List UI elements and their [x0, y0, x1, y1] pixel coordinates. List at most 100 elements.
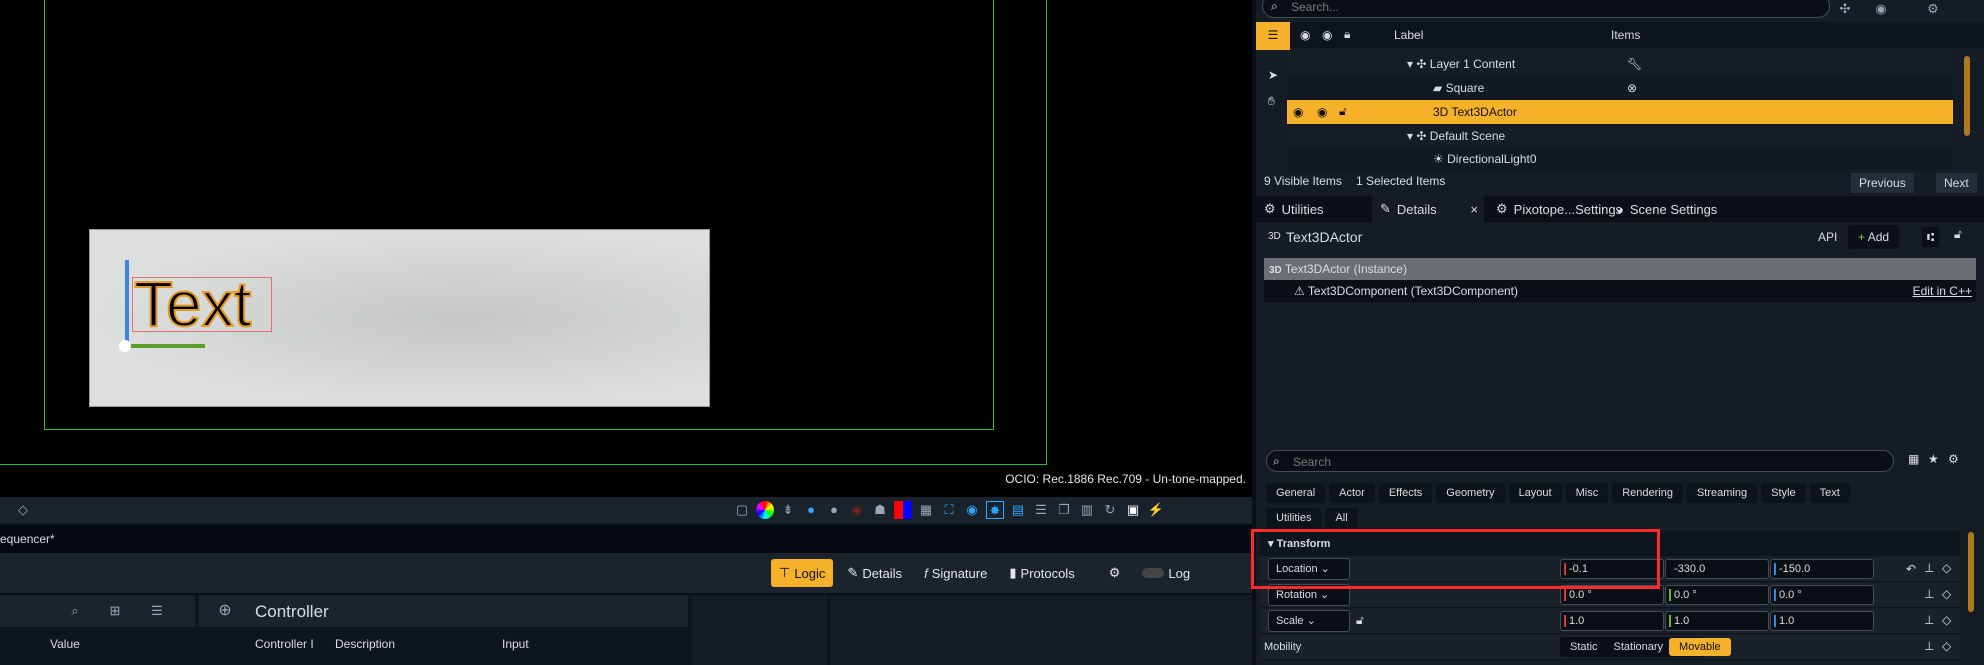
table-icon[interactable]: ▥ — [1078, 501, 1096, 519]
category-geometry[interactable]: Geometry — [1436, 483, 1505, 503]
settings-button[interactable]: ⚙ — [1101, 559, 1129, 587]
panel-icon[interactable]: ▤ — [1009, 501, 1027, 519]
tree-row-selected[interactable]: ◉ ◉ 🔓︎ 3D Text3DActor — [1287, 100, 1953, 124]
protocols-button[interactable]: ▮ Protocols — [1001, 559, 1082, 587]
details-button[interactable]: ✎ Details — [839, 559, 910, 587]
component-instance[interactable]: 3D Text3DActor (Instance) — [1264, 258, 1976, 280]
pin-icon[interactable]: ⊥ — [1924, 639, 1934, 653]
image-icon[interactable]: ▣ — [1124, 501, 1142, 519]
category-style[interactable]: Style — [1761, 483, 1806, 503]
tree-row[interactable]: ☀ DirectionalLight0 — [1287, 148, 1953, 170]
pin-icon[interactable]: ⊥ — [1924, 613, 1934, 627]
keyframe-icon[interactable]: ◇ — [1942, 639, 1951, 653]
eye-dropdown-icon[interactable]: ◉ — [1872, 0, 1890, 18]
signature-button[interactable]: f Signature — [916, 559, 995, 587]
unlock-icon[interactable]: 🔓︎ — [1339, 104, 1347, 119]
editor-visibility-icon[interactable]: ◉ — [1300, 28, 1310, 42]
actor-icon[interactable]: ✣ — [1836, 0, 1854, 18]
close-icon[interactable]: × — [1470, 202, 1478, 217]
next-button[interactable]: Next — [1936, 173, 1977, 193]
exposure-icon[interactable]: ⇟ — [779, 501, 797, 519]
tab-pixotope-settings[interactable]: ⚙ Pixotope...Settings — [1496, 196, 1622, 222]
unlock-icon[interactable]: 🔓︎ — [1954, 227, 1962, 242]
reset-icon[interactable]: ↶ — [1906, 562, 1916, 576]
location-z[interactable]: -150.0 — [1770, 559, 1874, 579]
tab-utilities[interactable]: ⚙ Utilities — [1264, 196, 1324, 222]
tab-scene-settings[interactable]: ◕ Scene Settings — [1616, 196, 1717, 222]
search-icon[interactable]: ⌕ — [66, 602, 84, 620]
category-all[interactable]: All — [1325, 508, 1358, 528]
gray-balance-icon[interactable]: ● — [825, 501, 843, 519]
mobility-stationary[interactable]: Stationary — [1608, 641, 1670, 653]
tree-row[interactable]: ▰ Square ⊗ — [1287, 76, 1953, 100]
lock-icon[interactable]: 🔒︎ — [1344, 27, 1350, 42]
details-scrollbar[interactable] — [1968, 532, 1974, 612]
previous-button[interactable]: Previous — [1851, 173, 1914, 193]
layout-icon[interactable]: ⊞ — [106, 602, 124, 620]
filter-icon[interactable]: ☰ — [1032, 501, 1050, 519]
star-icon[interactable]: ★ — [1928, 452, 1939, 466]
filter-icon[interactable]: ☰ — [148, 602, 166, 620]
category-layout[interactable]: Layout — [1508, 483, 1562, 503]
tree-row[interactable]: ▾ ✣ Layer 1 Content 🔧︎ — [1287, 52, 1953, 76]
api-label[interactable]: API — [1818, 230, 1837, 244]
keyframe-icon[interactable]: ◇ — [1942, 561, 1951, 575]
add-button[interactable]: + Add — [1848, 225, 1900, 249]
tree-row[interactable]: ▾ ✣ Default Scene — [1287, 124, 1953, 148]
diamond-icon[interactable]: ◇ — [14, 501, 32, 519]
eye-icon[interactable]: ◉ — [1293, 105, 1303, 119]
sequencer-tab[interactable]: equencer* — [0, 532, 55, 546]
table-view-icon[interactable]: ▦ — [1908, 452, 1919, 466]
scale-z[interactable]: 1.0 — [1770, 611, 1874, 631]
mobility-static[interactable]: Static — [1560, 641, 1608, 653]
component-row[interactable]: ⚠ Text3DComponent (Text3DComponent) Edit… — [1264, 280, 1976, 302]
category-utilities[interactable]: Utilities — [1266, 508, 1322, 528]
blue-balance-icon[interactable]: ● — [802, 501, 820, 519]
tab-details[interactable]: ✎ Details × — [1372, 196, 1484, 222]
rotation-y[interactable]: 0.0 ° — [1665, 585, 1769, 605]
shape-icon[interactable]: ▢ — [733, 501, 751, 519]
render-visibility-icon[interactable]: ◉ — [1322, 28, 1332, 42]
outliner-scrollbar[interactable] — [1964, 56, 1970, 136]
unlock-icon[interactable]: 🔓︎ — [1356, 613, 1364, 628]
mobility-movable[interactable]: Movable — [1669, 638, 1731, 656]
keyframe-icon[interactable]: ◇ — [1942, 587, 1951, 601]
edit-cpp-link[interactable]: Edit in C++ — [1913, 284, 1972, 298]
frame-icon[interactable]: ⛶ — [940, 501, 958, 519]
scale-y[interactable]: 1.0 — [1665, 611, 1769, 631]
category-misc[interactable]: Misc — [1565, 483, 1609, 503]
lightning-icon[interactable]: ⚡ — [1147, 501, 1165, 519]
pin-icon[interactable]: ⊥ — [1924, 561, 1934, 575]
rotate-icon[interactable]: ↻ — [1101, 501, 1119, 519]
logic-button[interactable]: ⊤ Logic — [771, 559, 834, 587]
category-general[interactable]: General — [1266, 483, 1326, 503]
log-toggle[interactable]: Log — [1134, 559, 1198, 587]
outliner-search[interactable]: ⌕ Search... — [1262, 0, 1830, 18]
category-effects[interactable]: Effects — [1378, 483, 1433, 503]
category-text[interactable]: Text — [1809, 483, 1850, 503]
keyframe-icon[interactable]: ◇ — [1942, 613, 1951, 627]
grid-icon[interactable]: ▦ — [917, 501, 935, 519]
scale-dropdown[interactable]: Scale ⌄ — [1268, 610, 1350, 632]
rgb-icon[interactable] — [894, 501, 912, 519]
filter-button[interactable]: ☰ — [1256, 22, 1290, 50]
gear-icon[interactable]: ⚙ — [1948, 452, 1959, 466]
viewport[interactable]: Text OCIO: Rec.1886 Rec.709 - Un-tone-ma… — [0, 0, 1252, 497]
scale-x[interactable]: 1.0 — [1560, 611, 1664, 631]
gear-dropdown-icon[interactable]: ⚙ — [1924, 0, 1942, 18]
eye-icon[interactable]: ◉ — [1317, 105, 1327, 119]
layers-icon[interactable]: ❐ — [1055, 501, 1073, 519]
category-actor[interactable]: Actor — [1329, 483, 1375, 503]
blueprint-icon[interactable]: ⑆ — [1922, 227, 1940, 247]
eye-off-icon[interactable]: ◉ — [848, 501, 866, 519]
select-mode-icon[interactable]: ➤ — [1268, 68, 1278, 82]
add-controller-icon[interactable]: ⊕ — [216, 602, 234, 620]
pin-icon[interactable]: ⊥ — [1924, 587, 1934, 601]
rotation-z[interactable]: 0.0 ° — [1770, 585, 1874, 605]
gamepad-icon[interactable]: ☗ — [871, 501, 889, 519]
category-rendering[interactable]: Rendering — [1612, 483, 1683, 503]
color-wheel-icon[interactable] — [756, 501, 774, 519]
location-y[interactable]: -330.0 — [1665, 559, 1769, 579]
hand-icon[interactable]: ✋︎ — [1268, 94, 1275, 109]
details-search[interactable]: ⌕ Search — [1266, 450, 1894, 472]
